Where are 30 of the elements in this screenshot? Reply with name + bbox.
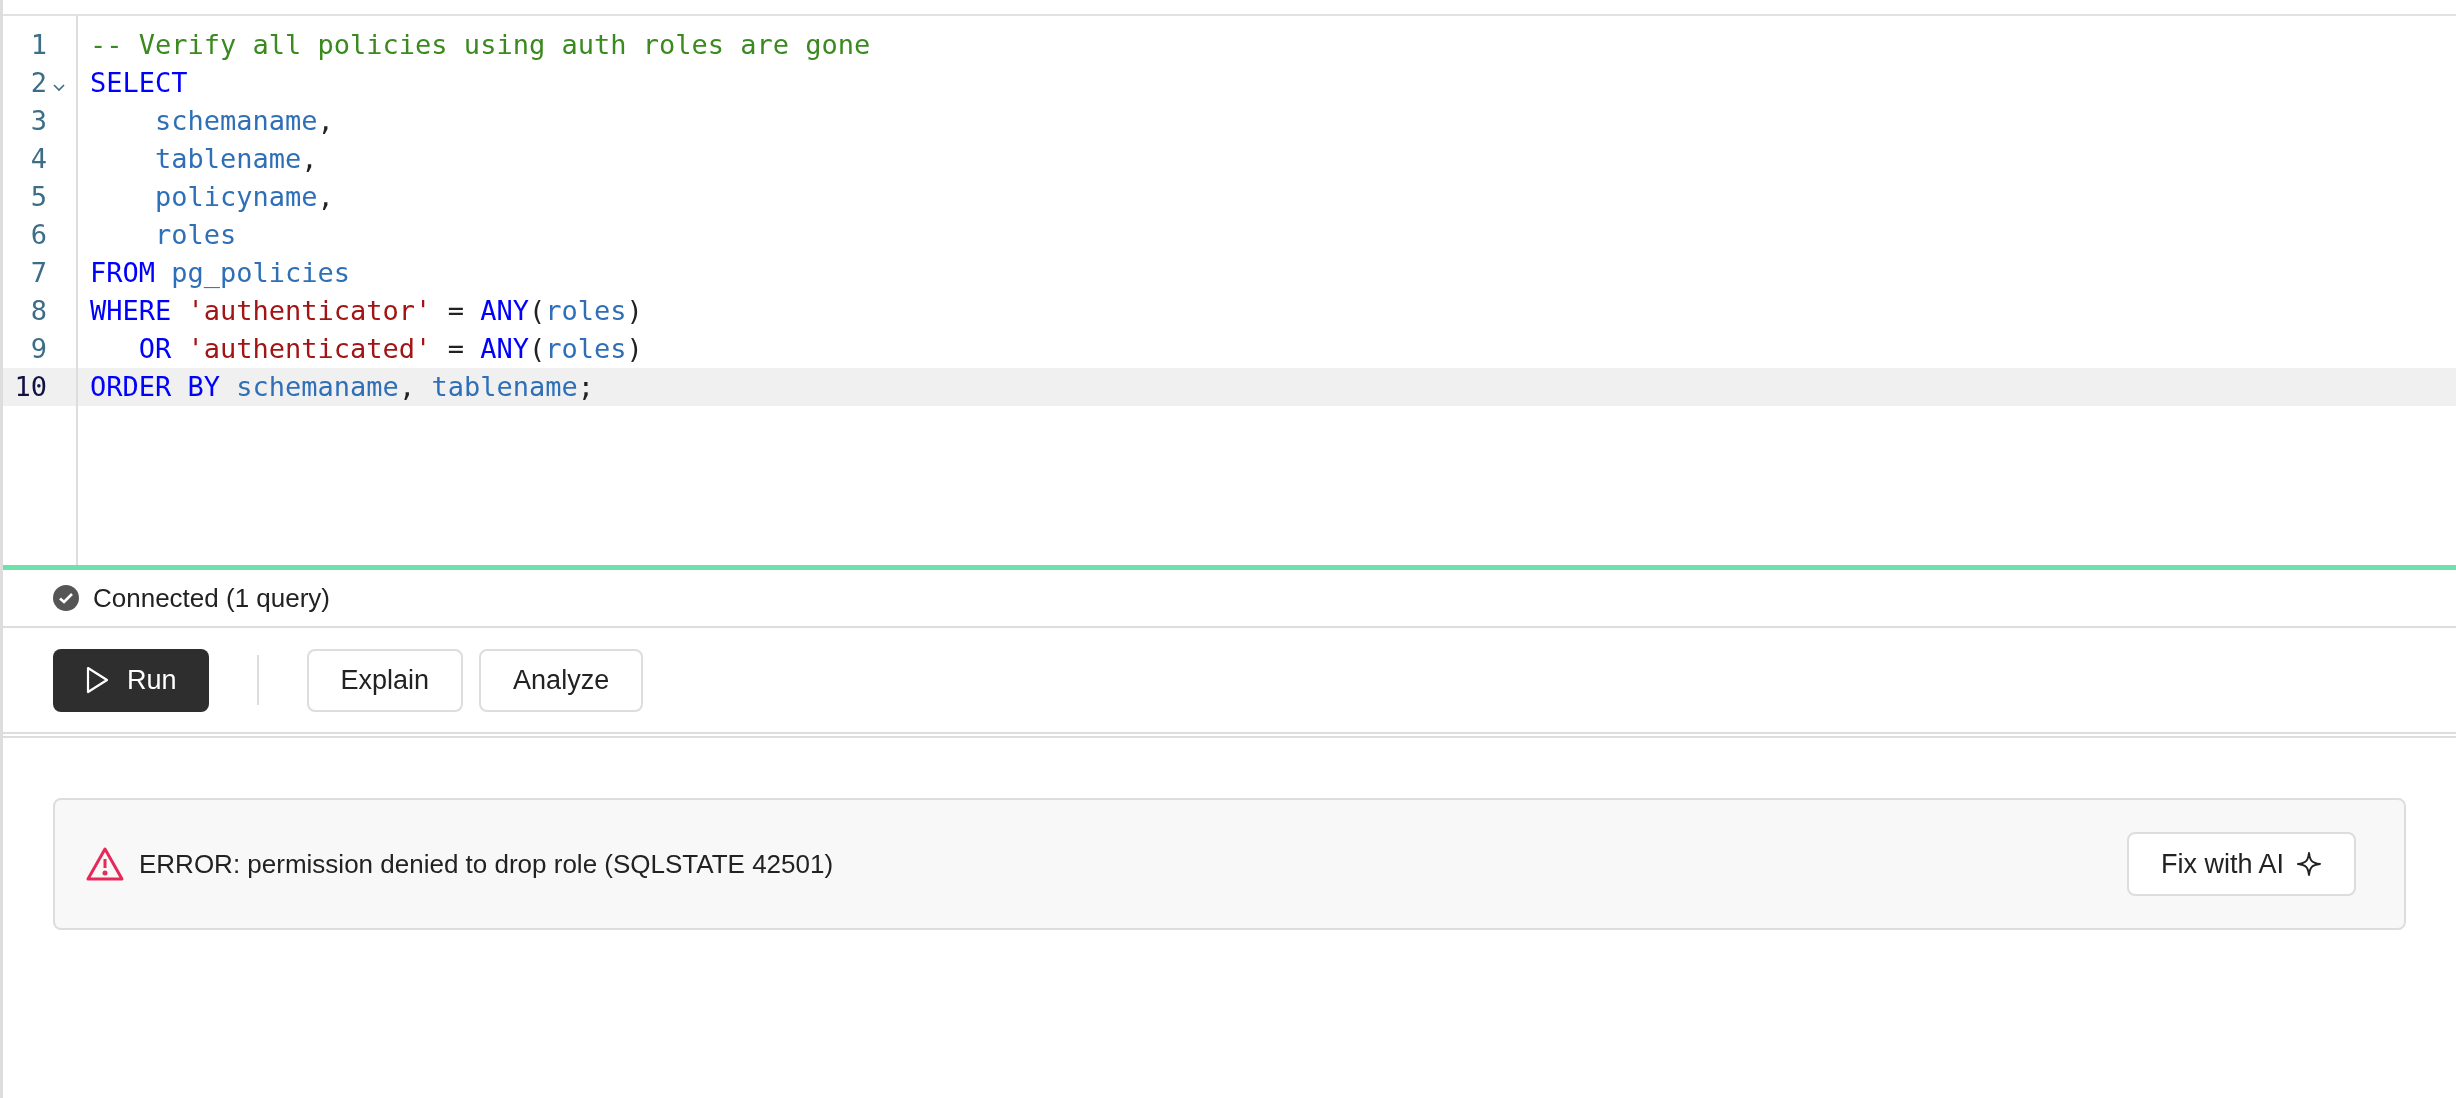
line-number: 7 bbox=[29, 255, 47, 290]
run-button[interactable]: Run bbox=[53, 648, 209, 712]
action-button[interactable]: Analyze bbox=[479, 648, 644, 712]
code-line: roles bbox=[154, 217, 237, 252]
line-number: 4 bbox=[29, 141, 47, 176]
error-message: ERROR: permission denied to drop role (SQLSTATE 42501) bbox=[139, 847, 835, 881]
sparkle-icon bbox=[2296, 851, 2322, 877]
fix-with-ai-button[interactable]: Fix with AI bbox=[2126, 832, 2356, 896]
code-line: -- Verify all policies using auth roles are gone bbox=[90, 27, 871, 62]
line-number: 1 bbox=[29, 27, 47, 62]
connection-status: Connected (1 query) bbox=[93, 581, 331, 615]
line-number: 3 bbox=[29, 103, 47, 138]
line-number: 9 bbox=[29, 331, 47, 366]
code-line: ORDER BY schemaname, tablename; bbox=[90, 369, 594, 404]
warning-icon bbox=[85, 846, 125, 882]
line-number: 5 bbox=[29, 179, 47, 214]
code-line: policyname, bbox=[154, 179, 334, 214]
code-line: WHERE 'authenticator' = ANY(roles) bbox=[90, 293, 643, 328]
code-line: tablename, bbox=[154, 141, 318, 176]
line-number: 6 bbox=[29, 217, 47, 252]
line-number: 10 bbox=[13, 369, 47, 404]
play-icon bbox=[85, 666, 109, 694]
line-number: 8 bbox=[29, 293, 47, 328]
code-line: schemaname, bbox=[154, 103, 334, 138]
chevron-down-icon[interactable] bbox=[53, 84, 65, 92]
action-button[interactable]: Explain bbox=[306, 648, 464, 712]
code-line: SELECT bbox=[90, 65, 188, 100]
code-line: FROM pg_policies bbox=[90, 255, 351, 290]
line-number: 2 bbox=[29, 65, 47, 100]
code-line: OR 'authenticated' = ANY(roles) bbox=[137, 331, 643, 366]
